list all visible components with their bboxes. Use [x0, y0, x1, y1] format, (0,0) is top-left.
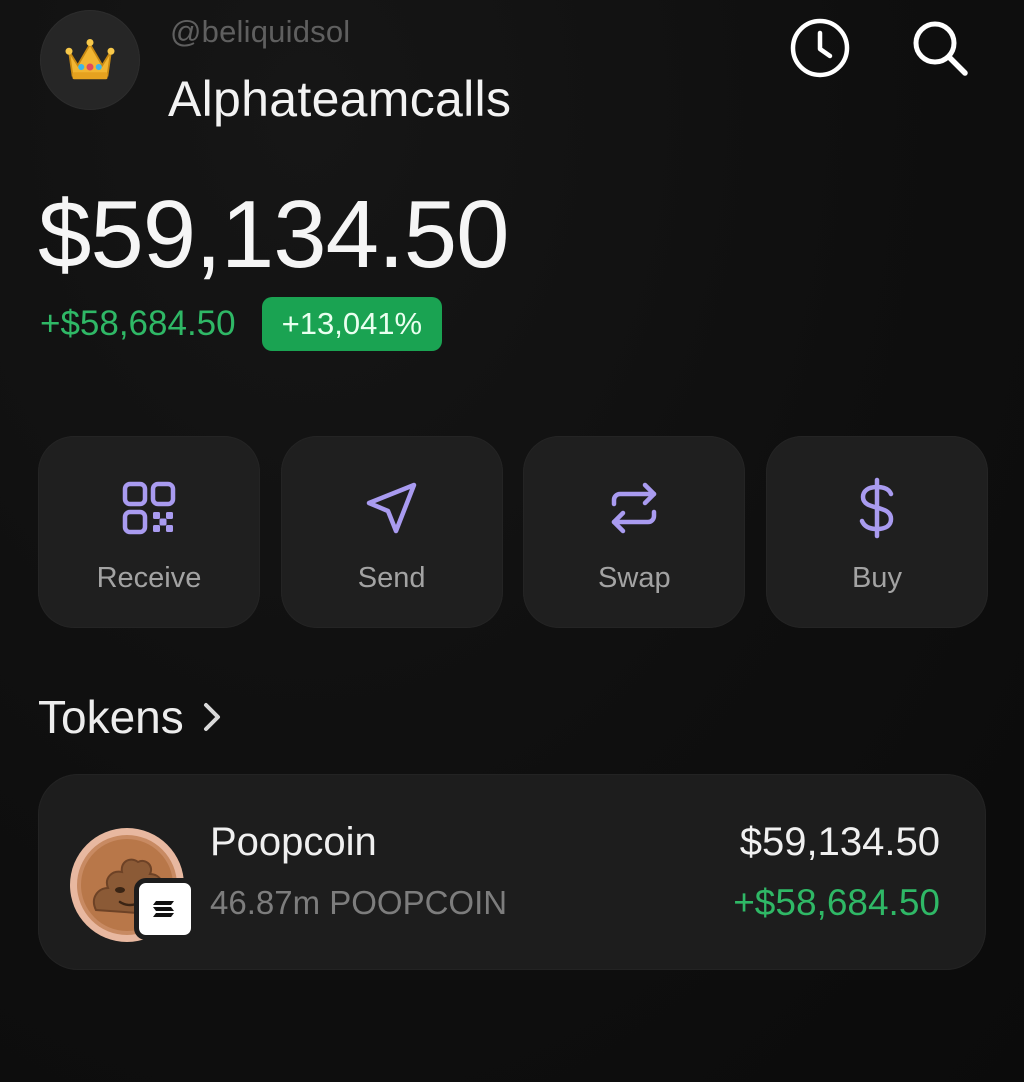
receive-label: Receive [96, 562, 202, 594]
search-icon [913, 21, 968, 76]
token-value: $59,134.50 [739, 820, 940, 864]
crown-icon [65, 39, 115, 80]
qr-code-icon [122, 481, 176, 535]
action-buttons: Receive Send Swap Buy [38, 436, 988, 630]
search-button[interactable] [908, 16, 972, 80]
total-balance: $59,134.50 [38, 181, 509, 288]
tokens-title: Tokens [38, 691, 184, 743]
buy-label: Buy [851, 562, 902, 594]
account-handle: @beliquidsol [170, 14, 351, 49]
tokens-section-header[interactable]: Tokens [38, 690, 226, 744]
solana-badge-icon [153, 901, 174, 917]
swap-label: Swap [598, 562, 671, 594]
chevron-right-icon [203, 703, 220, 731]
dollar-icon [859, 477, 894, 539]
chain-badge [134, 878, 196, 940]
history-button[interactable] [788, 16, 852, 80]
buy-button[interactable]: Buy [765, 436, 988, 628]
balance-change-amount: +$58,684.50 [40, 304, 236, 343]
clock-icon [790, 18, 850, 78]
token-name: Poopcoin [210, 820, 377, 864]
token-amount: 46.87m POOPCOIN [210, 884, 508, 921]
avatar[interactable] [40, 10, 140, 110]
token-row-poopcoin[interactable]: Poopcoin 46.87m POOPCOIN $59,134.50 +$58… [38, 774, 986, 970]
swap-arrows-icon [612, 482, 657, 534]
balance-change-row: +$58,684.50 +13,041% [40, 296, 443, 352]
send-button[interactable]: Send [280, 436, 503, 628]
token-change: +$58,684.50 [733, 882, 940, 923]
balance-change-percent-badge: +13,041% [261, 297, 443, 351]
account-name[interactable]: Alphateamcalls [168, 70, 511, 128]
receive-button[interactable]: Receive [38, 436, 260, 628]
send-label: Send [357, 562, 426, 594]
swap-button[interactable]: Swap [523, 436, 746, 628]
send-arrow-icon [366, 482, 416, 534]
